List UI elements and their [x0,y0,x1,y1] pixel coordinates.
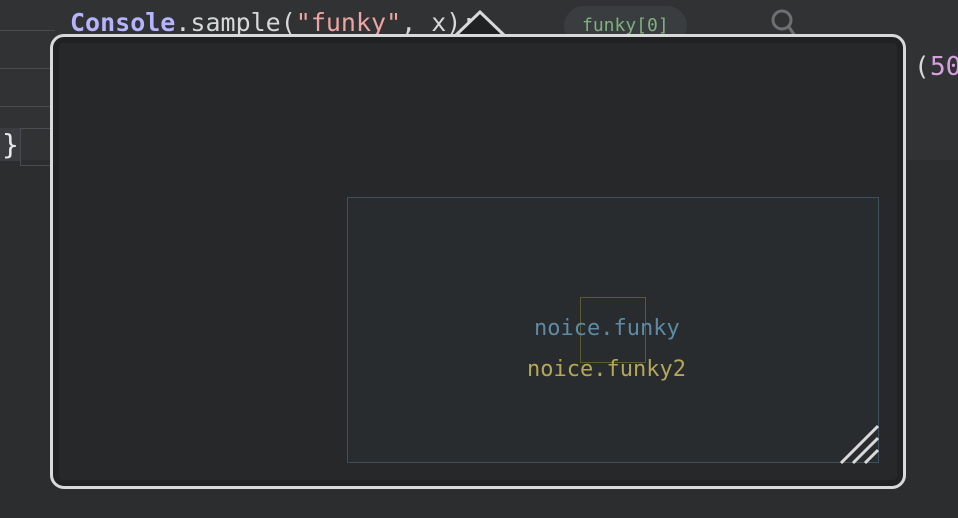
code-token-paren: ( [914,52,930,82]
gutter-divider [0,68,55,69]
code-closing-brace: } [0,128,21,161]
label-noice-funky: noice.funky [534,316,680,341]
gutter-divider [0,106,55,107]
label-noice-funky2: noice.funky2 [527,357,686,382]
code-token-class: Console [70,8,176,37]
code-token-number: 50 [930,52,958,82]
resize-handle-icon[interactable] [839,424,879,464]
code-token-string: "funky" [295,8,402,37]
code-line-sample[interactable]: Console.sample("funky", x); [70,8,476,37]
code-token-method: .sample( [175,8,296,37]
gutter-divider [0,30,55,31]
